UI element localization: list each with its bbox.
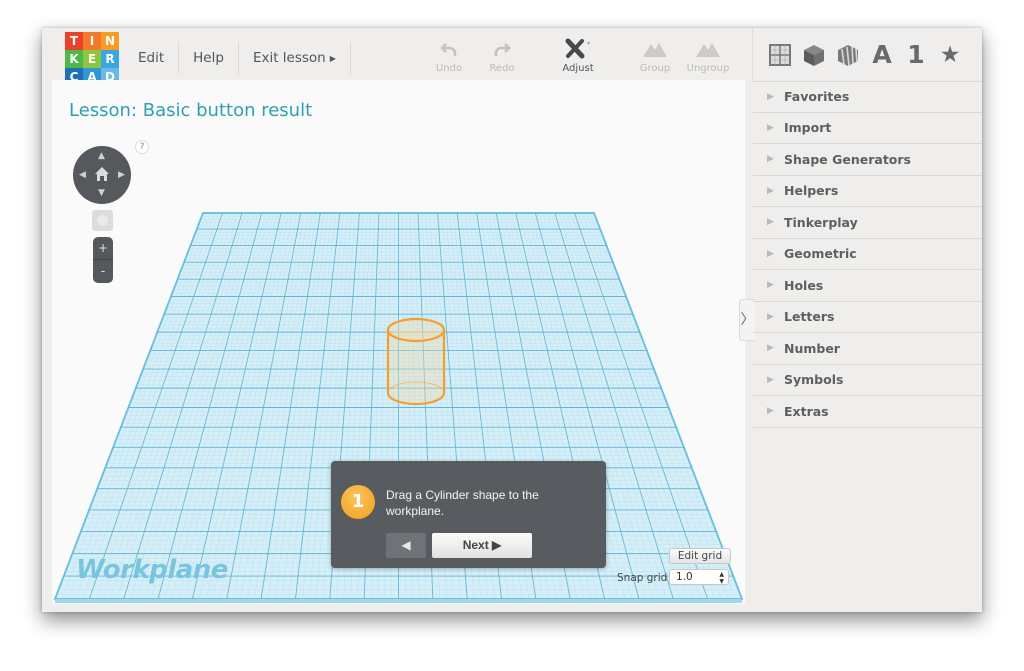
pan-up-icon[interactable]: ▲ xyxy=(98,152,105,161)
lesson-instruction: Drag a Cylinder shape to the workplane. xyxy=(386,488,539,518)
pan-left-icon[interactable]: ◀ xyxy=(79,171,86,180)
expand-triangle-icon: ▶ xyxy=(767,374,774,385)
triangle-right-icon: ▶ xyxy=(329,54,336,63)
lesson-title: Lesson: Basic button result xyxy=(69,100,313,121)
logo-letter: K xyxy=(65,50,83,68)
sidebar-category-import[interactable]: ▶ Import xyxy=(753,113,982,144)
snap-grid-label: Snap grid xyxy=(617,572,668,584)
sidebar-category-shape-generators[interactable]: ▶ Shape Generators xyxy=(753,144,982,176)
sidebar-category-holes[interactable]: ▶ Holes xyxy=(753,270,982,302)
sidebar-category-label: Extras xyxy=(784,403,829,419)
pan-down-icon[interactable]: ▼ xyxy=(98,189,105,198)
adjust-tools-icon xyxy=(548,38,608,60)
sidebar-category-label: Holes xyxy=(784,277,824,293)
sidebar-category-label: Number xyxy=(784,340,840,356)
previous-step-button[interactable]: ◀ xyxy=(386,533,426,558)
sidebar-category-favorites[interactable]: ▶ Favorites xyxy=(753,81,982,113)
zoom-control: + - xyxy=(93,237,113,283)
undo-button[interactable]: Undo xyxy=(419,38,479,74)
ungroup-label: Ungroup xyxy=(686,63,730,74)
undo-icon xyxy=(419,38,479,60)
ungroup-icon xyxy=(678,38,738,60)
sidebar-category-label: Tinkerplay xyxy=(784,214,858,230)
workplane-grid-icon[interactable] xyxy=(763,38,797,72)
workplane-label: Workplane xyxy=(76,555,228,585)
snap-grid-select[interactable]: 1.0 ▲ ▼ xyxy=(669,569,729,585)
logo-letter: R xyxy=(101,50,119,68)
expand-triangle-icon: ▶ xyxy=(767,248,774,259)
sidebar-category-label: Shape Generators xyxy=(784,151,911,167)
menu-edit-label: Edit xyxy=(138,50,165,66)
ungroup-button[interactable]: Ungroup xyxy=(678,38,738,74)
help-icon[interactable]: ? xyxy=(135,140,149,154)
redo-icon xyxy=(472,38,532,60)
group-label: Group xyxy=(639,63,671,74)
ortho-view-toggle[interactable] xyxy=(92,210,113,231)
sidebar-category-tinkerplay[interactable]: ▶ Tinkerplay xyxy=(753,207,982,239)
sidebar-category-label: Favorites xyxy=(784,89,850,105)
menu-exit-lesson-label: Exit lesson xyxy=(252,50,326,66)
adjust-button[interactable]: Adjust xyxy=(548,38,608,74)
menu-edit[interactable]: Edit xyxy=(126,42,180,74)
expand-triangle-icon: ▶ xyxy=(767,311,774,322)
home-view-icon[interactable] xyxy=(94,166,110,185)
favorites-star-icon[interactable]: ★ xyxy=(933,38,967,72)
workplane-edge xyxy=(55,599,742,603)
redo-button[interactable]: Redo xyxy=(472,38,532,74)
shape-library-sidebar: ▶ Favorites ▶ Import ▶ Shape Generators ▶ Helpe… xyxy=(753,81,982,428)
adjust-label: Adjust xyxy=(562,63,594,74)
snap-grid-value: 1.0 xyxy=(676,571,693,583)
lesson-step-popup: 1 Drag a Cylinder shape to the workplane… xyxy=(331,461,606,568)
sidebar-category-helpers[interactable]: ▶ Helpers xyxy=(753,176,982,207)
tinkercad-logo[interactable]: TINKERCAD xyxy=(65,32,119,86)
pan-right-icon[interactable]: ▶ xyxy=(118,171,125,180)
group-button[interactable]: Group xyxy=(625,38,685,74)
step-number-badge: 1 xyxy=(341,485,375,519)
undo-label: Undo xyxy=(435,63,463,74)
sidebar-category-label: Letters xyxy=(784,309,835,325)
cylinder-top xyxy=(386,317,446,343)
select-updown-icon: ▲ ▼ xyxy=(719,571,724,585)
zoom-in-button[interactable]: + xyxy=(93,237,113,260)
zoom-out-button[interactable]: - xyxy=(93,260,113,283)
view-navigation-pad[interactable]: ▲ ▼ ◀ ▶ xyxy=(73,146,131,204)
striped-box-icon[interactable] xyxy=(831,38,865,72)
menu-exit-lesson[interactable]: Exit lesson ▶ xyxy=(239,42,351,74)
numbers-icon[interactable]: 1 xyxy=(899,38,933,72)
logo-letter: N xyxy=(101,32,119,50)
redo-label: Redo xyxy=(489,63,515,74)
solid-box-icon[interactable] xyxy=(797,38,831,72)
logo-letter: T xyxy=(65,32,83,50)
sidebar-category-label: Import xyxy=(784,120,832,136)
workplane-canvas[interactable]: Lesson: Basic button result ? ▲ ▼ ◀ ▶ + … xyxy=(52,80,745,604)
menu-help[interactable]: Help xyxy=(179,42,239,74)
sidebar-category-label: Helpers xyxy=(784,183,839,199)
expand-triangle-icon: ▶ xyxy=(767,406,774,417)
edit-grid-button[interactable]: Edit grid xyxy=(669,548,731,564)
expand-triangle-icon: ▶ xyxy=(767,154,774,165)
tinkercad-window: TINKERCAD Edit Help Exit lesson ▶ Undo Re… xyxy=(42,28,982,612)
sidebar-category-number[interactable]: ▶ Number xyxy=(753,333,982,365)
shape-category-bar: A 1 ★ xyxy=(752,28,982,81)
expand-triangle-icon: ▶ xyxy=(767,217,774,228)
expand-triangle-icon: ▶ xyxy=(767,122,774,133)
sidebar-category-geometric[interactable]: ▶ Geometric xyxy=(753,239,982,270)
main-menu: Edit Help Exit lesson ▶ xyxy=(126,42,351,74)
expand-triangle-icon: ▶ xyxy=(767,343,774,354)
expand-triangle-icon: ▶ xyxy=(767,185,774,196)
top-toolbar: TINKERCAD Edit Help Exit lesson ▶ Undo Re… xyxy=(42,28,750,86)
sidebar-category-label: Symbols xyxy=(784,372,844,388)
expand-triangle-icon: ▶ xyxy=(767,280,774,291)
logo-letter: E xyxy=(83,50,101,68)
logo-letter: I xyxy=(83,32,101,50)
expand-triangle-icon: ▶ xyxy=(767,91,774,102)
menu-help-label: Help xyxy=(193,50,224,66)
sidebar-category-label: Geometric xyxy=(784,246,857,262)
letters-icon[interactable]: A xyxy=(865,38,899,72)
sidebar-category-extras[interactable]: ▶ Extras xyxy=(753,396,982,428)
group-icon xyxy=(625,38,685,60)
sidebar-category-symbols[interactable]: ▶ Symbols xyxy=(753,365,982,396)
sidebar-category-letters[interactable]: ▶ Letters xyxy=(753,302,982,333)
next-step-button[interactable]: Next ▶ xyxy=(432,533,532,558)
